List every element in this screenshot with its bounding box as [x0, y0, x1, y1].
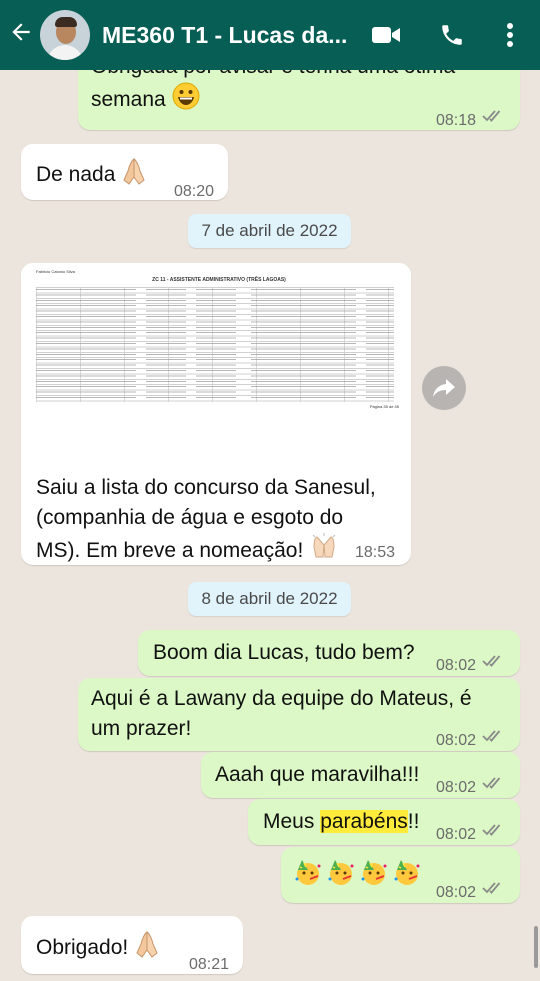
message-bubble-incoming[interactable]: De nada 08:20	[21, 144, 228, 200]
doc-table-text	[36, 287, 394, 402]
message-bubble-outgoing[interactable]: Meus parabéns!! 08:02	[248, 799, 520, 845]
doc-top-row: Fabricio Catonio Silva	[36, 269, 75, 274]
pray-emoji-icon	[134, 929, 160, 968]
menu-dots-icon[interactable]	[500, 20, 520, 50]
date-divider: 7 de abril de 2022	[188, 214, 351, 248]
search-highlight: parabéns	[320, 810, 408, 833]
message-time: 08:21	[189, 956, 230, 973]
party-face-emoji-icon	[326, 857, 356, 896]
message-emojis	[293, 857, 422, 896]
read-receipt-icon	[482, 730, 501, 742]
message-text: Aaah que maravilha!!!	[215, 763, 420, 786]
read-receipt-icon	[482, 882, 501, 894]
message-bubble-outgoing[interactable]: Aaah que maravilha!!! 08:02	[201, 752, 520, 798]
message-text: Meus parabéns!!	[263, 810, 420, 833]
message-bubble-outgoing[interactable]: 08:02	[281, 847, 520, 903]
message-text: Boom dia Lucas, tudo bem?	[153, 641, 415, 664]
doc-footer: Página 35 de 45	[369, 404, 399, 409]
read-receipt-icon	[482, 110, 501, 122]
message-bubble-outgoing[interactable]: Aqui é a Lawany da equipe do Mateus, é u…	[78, 678, 520, 751]
pray-emoji-icon	[309, 533, 339, 570]
message-text: De nada	[36, 156, 147, 195]
forward-icon[interactable]	[422, 366, 466, 410]
read-receipt-icon	[482, 655, 501, 667]
message-text: Obrigado!	[36, 929, 160, 968]
party-face-emoji-icon	[359, 857, 389, 896]
read-receipt-icon	[482, 777, 501, 789]
chat-title[interactable]: ME360 T1 - Lucas da...	[102, 22, 357, 49]
party-face-emoji-icon	[392, 857, 422, 896]
back-arrow-icon[interactable]	[6, 19, 36, 51]
message-time: 08:18	[436, 112, 477, 129]
phone-icon[interactable]	[437, 20, 467, 50]
message-time: 08:02	[436, 884, 477, 901]
party-face-emoji-icon	[293, 857, 323, 896]
avatar[interactable]	[40, 10, 90, 60]
message-time: 08:02	[436, 826, 477, 843]
message-bubble-outgoing[interactable]: Obrigada por avisar e tenha uma ótima se…	[78, 70, 520, 130]
message-bubble-incoming[interactable]: Obrigado! 08:21	[21, 916, 243, 974]
pray-emoji-icon	[121, 156, 147, 195]
chat-header: ME360 T1 - Lucas da...	[0, 0, 540, 70]
smiley-emoji-icon	[172, 82, 200, 119]
message-bubble-outgoing[interactable]: Boom dia Lucas, tudo bem? 08:02	[138, 630, 520, 676]
video-call-icon[interactable]	[370, 20, 402, 50]
scrollbar[interactable]	[534, 926, 538, 968]
message-text: Obrigada por avisar e tenha uma ótima se…	[91, 70, 491, 119]
read-receipt-icon	[482, 824, 501, 836]
doc-heading: ZC 11 - ASSISTENTE ADMINISTRATIVO (TRÊS …	[152, 277, 286, 283]
message-time: 08:20	[174, 183, 215, 200]
date-divider: 8 de abril de 2022	[188, 582, 351, 616]
chat-area[interactable]: Obrigada por avisar e tenha uma ótima se…	[0, 70, 540, 981]
message-time: 08:02	[436, 657, 477, 674]
message-time: 18:53	[355, 544, 396, 561]
image-attachment[interactable]: Fabricio Catonio Silva ZC 11 - ASSISTENT…	[33, 267, 405, 410]
message-text: Saiu a lista do concurso da Sanesul, (co…	[36, 473, 406, 570]
